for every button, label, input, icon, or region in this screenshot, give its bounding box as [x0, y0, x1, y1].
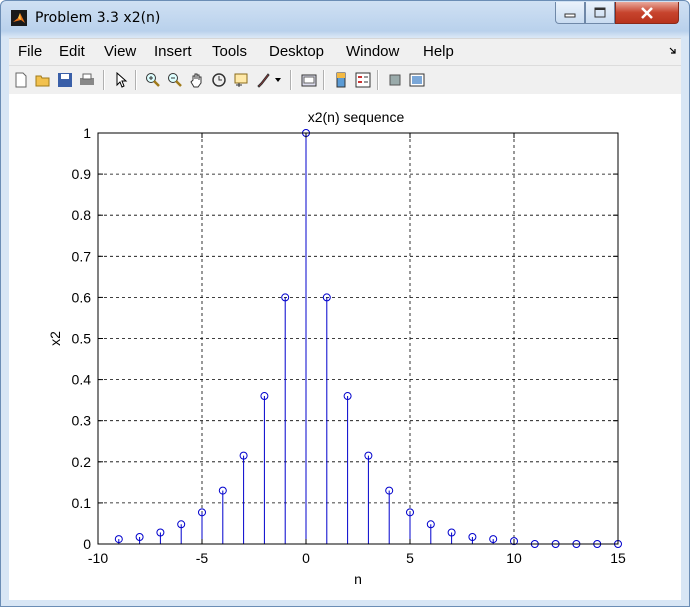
x-tick-label: -10: [88, 550, 108, 566]
y-axis-label: x2: [47, 331, 63, 346]
menu-bar: File Edit View Insert Tools Desktop Wind…: [9, 38, 681, 65]
menu-view[interactable]: View: [104, 43, 136, 60]
save-icon: [58, 73, 72, 87]
open-file-button[interactable]: [33, 70, 53, 90]
y-tick-label: 0.7: [72, 248, 92, 264]
brush-dropdown[interactable]: [273, 70, 283, 90]
rotate-3d-button[interactable]: [209, 70, 229, 90]
toolbar-separator: [290, 70, 292, 90]
menu-desktop[interactable]: Desktop: [269, 43, 324, 60]
legend-icon: [355, 72, 371, 88]
figure-canvas[interactable]: x2(n) sequence -10 -5 0 5 10 15 0 0.1 0.2 0.3 0.4…: [9, 94, 681, 600]
stem-chart[interactable]: x2(n) sequence -10 -5 0 5 10 15 0 0.1 0.2 0.3 0.4…: [9, 94, 681, 600]
menu-insert[interactable]: Insert: [154, 43, 192, 60]
x-tick-label: 10: [506, 550, 522, 566]
minimize-button[interactable]: [555, 2, 585, 24]
y-tick-label: 0.2: [72, 454, 92, 470]
menu-tools[interactable]: Tools: [212, 43, 247, 60]
toolbar-separator: [135, 70, 137, 90]
print-button[interactable]: [77, 70, 97, 90]
insert-colorbar-button[interactable]: [331, 70, 351, 90]
window-title: Problem 3.3 x2(n): [35, 10, 161, 26]
pointer-icon: [116, 72, 128, 88]
minimize-icon: [564, 13, 576, 17]
x-tick-label: 5: [406, 550, 414, 566]
menu-window[interactable]: Window: [346, 43, 399, 60]
x-tick-labels: -10 -5 0 5 10 15: [88, 550, 626, 566]
grid-lines: [98, 133, 618, 544]
print-icon: [80, 73, 94, 85]
maximize-icon: [594, 7, 606, 18]
new-figure-icon: [15, 72, 27, 88]
y-tick-label: 0.6: [72, 289, 92, 305]
insert-legend-button[interactable]: [353, 70, 373, 90]
hide-plot-tools-button[interactable]: [385, 70, 405, 90]
pan-icon: [190, 73, 202, 88]
data-cursor-icon: [234, 73, 248, 87]
x-tick-label: 0: [302, 550, 310, 566]
brush-icon: [257, 73, 270, 88]
show-plot-tools-button[interactable]: [407, 70, 427, 90]
figure-toolbar: [9, 65, 681, 95]
matlab-logo-icon: [11, 10, 27, 26]
rotate-3d-icon: [212, 73, 226, 87]
x-axis-label: n: [354, 571, 362, 587]
link-plot-button[interactable]: [299, 70, 319, 90]
figure-window: Problem 3.3 x2(n) File Edit View Insert …: [0, 0, 690, 607]
menu-help[interactable]: Help: [423, 43, 454, 60]
link-plot-icon: [301, 74, 317, 87]
save-button[interactable]: [55, 70, 75, 90]
pan-button[interactable]: [187, 70, 207, 90]
x-tick-label: -5: [196, 550, 209, 566]
close-icon: [641, 6, 653, 19]
zoom-out-button[interactable]: [165, 70, 185, 90]
toolbar-separator: [377, 70, 379, 90]
y-tick-label: 1: [83, 125, 91, 141]
chevron-down-icon: [275, 78, 281, 82]
toolbar-separator: [103, 70, 105, 90]
zoom-out-icon: [168, 73, 182, 87]
brush-button[interactable]: [253, 70, 273, 90]
menu-file[interactable]: File: [18, 43, 42, 60]
zoom-in-icon: [146, 73, 160, 87]
show-plot-tools-icon: [409, 73, 425, 87]
toolbar-separator: [323, 70, 325, 90]
chart-title: x2(n) sequence: [308, 109, 405, 125]
edit-plot-button[interactable]: [111, 70, 131, 90]
zoom-in-button[interactable]: [143, 70, 163, 90]
y-tick-label: 0.5: [72, 331, 92, 347]
close-button[interactable]: [615, 2, 679, 24]
x-tick-label: 15: [610, 550, 626, 566]
y-tick-label: 0.3: [72, 413, 92, 429]
data-cursor-button[interactable]: [231, 70, 251, 90]
y-tick-labels: 0 0.1 0.2 0.3 0.4 0.5 0.6 0.7 0.8 0.9 1: [72, 125, 92, 552]
maximize-button[interactable]: [585, 2, 615, 24]
menu-edit[interactable]: Edit: [59, 43, 85, 60]
open-file-icon: [35, 75, 50, 87]
y-tick-label: 0.8: [72, 207, 92, 223]
title-bar[interactable]: Problem 3.3 x2(n): [1, 1, 689, 37]
y-tick-label: 0.1: [72, 495, 92, 511]
hide-plot-tools-icon: [389, 74, 401, 86]
new-figure-button[interactable]: [11, 70, 31, 90]
y-tick-label: 0.4: [72, 372, 92, 388]
y-tick-label: 0: [83, 536, 91, 552]
y-tick-label: 0.9: [72, 166, 92, 182]
dock-arrow-icon[interactable]: [669, 47, 677, 55]
colorbar-icon: [336, 72, 346, 88]
